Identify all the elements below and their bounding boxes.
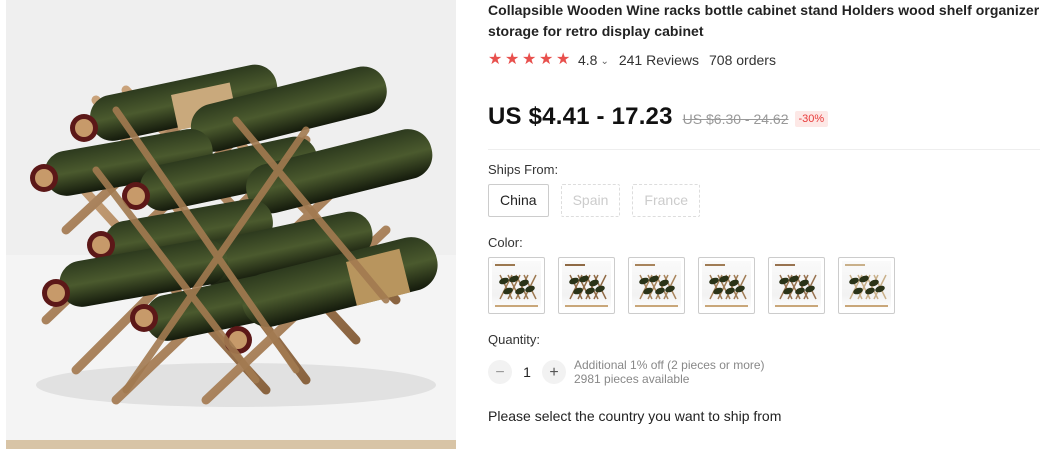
increment-button[interactable]: + bbox=[542, 360, 566, 384]
quantity-info: Additional 1% off (2 pieces or more) 298… bbox=[574, 358, 765, 386]
color-thumbnail-image bbox=[845, 264, 888, 307]
star-icon: ★ bbox=[539, 51, 554, 68]
chevron-down-icon[interactable]: ⌄ bbox=[600, 56, 608, 67]
product-title: Collapsible Wooden Wine racks bottle cab… bbox=[488, 2, 1040, 39]
color-thumbnail-image bbox=[495, 264, 538, 307]
product-info-panel: Collapsible Wooden Wine racks bottle cab… bbox=[488, 0, 1040, 424]
product-main-image bbox=[6, 0, 456, 449]
ship-option-china[interactable]: China bbox=[488, 184, 549, 217]
quantity-value[interactable]: 1 bbox=[512, 364, 542, 380]
stock-available-text: 2981 pieces available bbox=[574, 372, 690, 386]
rating-stars: ★ ★ ★ ★ ★ bbox=[488, 52, 572, 68]
color-label: Color: bbox=[488, 235, 523, 250]
color-option-3[interactable] bbox=[628, 257, 685, 314]
star-icon: ★ bbox=[522, 51, 537, 68]
color-thumbnail bbox=[492, 261, 541, 310]
color-option-6[interactable] bbox=[838, 257, 895, 314]
ship-option-spain[interactable]: Spain bbox=[560, 184, 621, 217]
rating-row: ★ ★ ★ ★ ★ 4.8 ⌄ 241 Reviews 708 orders bbox=[488, 50, 888, 70]
price-row: US $4.41 - 17.23 US $6.30 - 24.62 -30% bbox=[488, 103, 829, 131]
color-option-1[interactable] bbox=[488, 257, 545, 314]
current-price: US $4.41 - 17.23 bbox=[488, 103, 673, 130]
decrement-button[interactable]: − bbox=[488, 360, 512, 384]
star-icon: ★ bbox=[505, 51, 520, 68]
star-icon: ★ bbox=[556, 51, 571, 68]
wine-rack-photo bbox=[6, 0, 456, 449]
ship-option-france[interactable]: France bbox=[632, 184, 700, 217]
color-thumbnail-image bbox=[705, 264, 748, 307]
color-options bbox=[488, 257, 895, 314]
bulk-discount-text: Additional 1% off (2 pieces or more) bbox=[574, 358, 765, 372]
color-thumbnail bbox=[562, 261, 611, 310]
ship-country-note: Please select the country you want to sh… bbox=[488, 408, 782, 424]
divider bbox=[488, 149, 1040, 150]
color-thumbnail bbox=[702, 261, 751, 310]
quantity-label: Quantity: bbox=[488, 332, 541, 347]
ships-from-options: China Spain France bbox=[488, 184, 700, 217]
original-price: US $6.30 - 24.62 bbox=[682, 111, 789, 127]
color-thumbnail-image bbox=[635, 264, 678, 307]
color-option-5[interactable] bbox=[768, 257, 825, 314]
discount-badge: -30% bbox=[794, 111, 829, 127]
color-thumbnail bbox=[842, 261, 891, 310]
orders-count: 708 orders bbox=[709, 52, 776, 68]
ships-from-label: Ships From: bbox=[488, 162, 559, 177]
color-thumbnail-image bbox=[775, 264, 818, 307]
color-option-4[interactable] bbox=[698, 257, 755, 314]
rating-value[interactable]: 4.8 bbox=[578, 52, 597, 68]
star-icon: ★ bbox=[488, 51, 503, 68]
color-thumbnail-image bbox=[565, 264, 608, 307]
reviews-link[interactable]: 241 Reviews bbox=[619, 52, 699, 68]
color-thumbnail bbox=[772, 261, 821, 310]
color-option-2[interactable] bbox=[558, 257, 615, 314]
color-thumbnail bbox=[632, 261, 681, 310]
quantity-stepper: − 1 + Additional 1% off (2 pieces or mor… bbox=[488, 358, 765, 386]
